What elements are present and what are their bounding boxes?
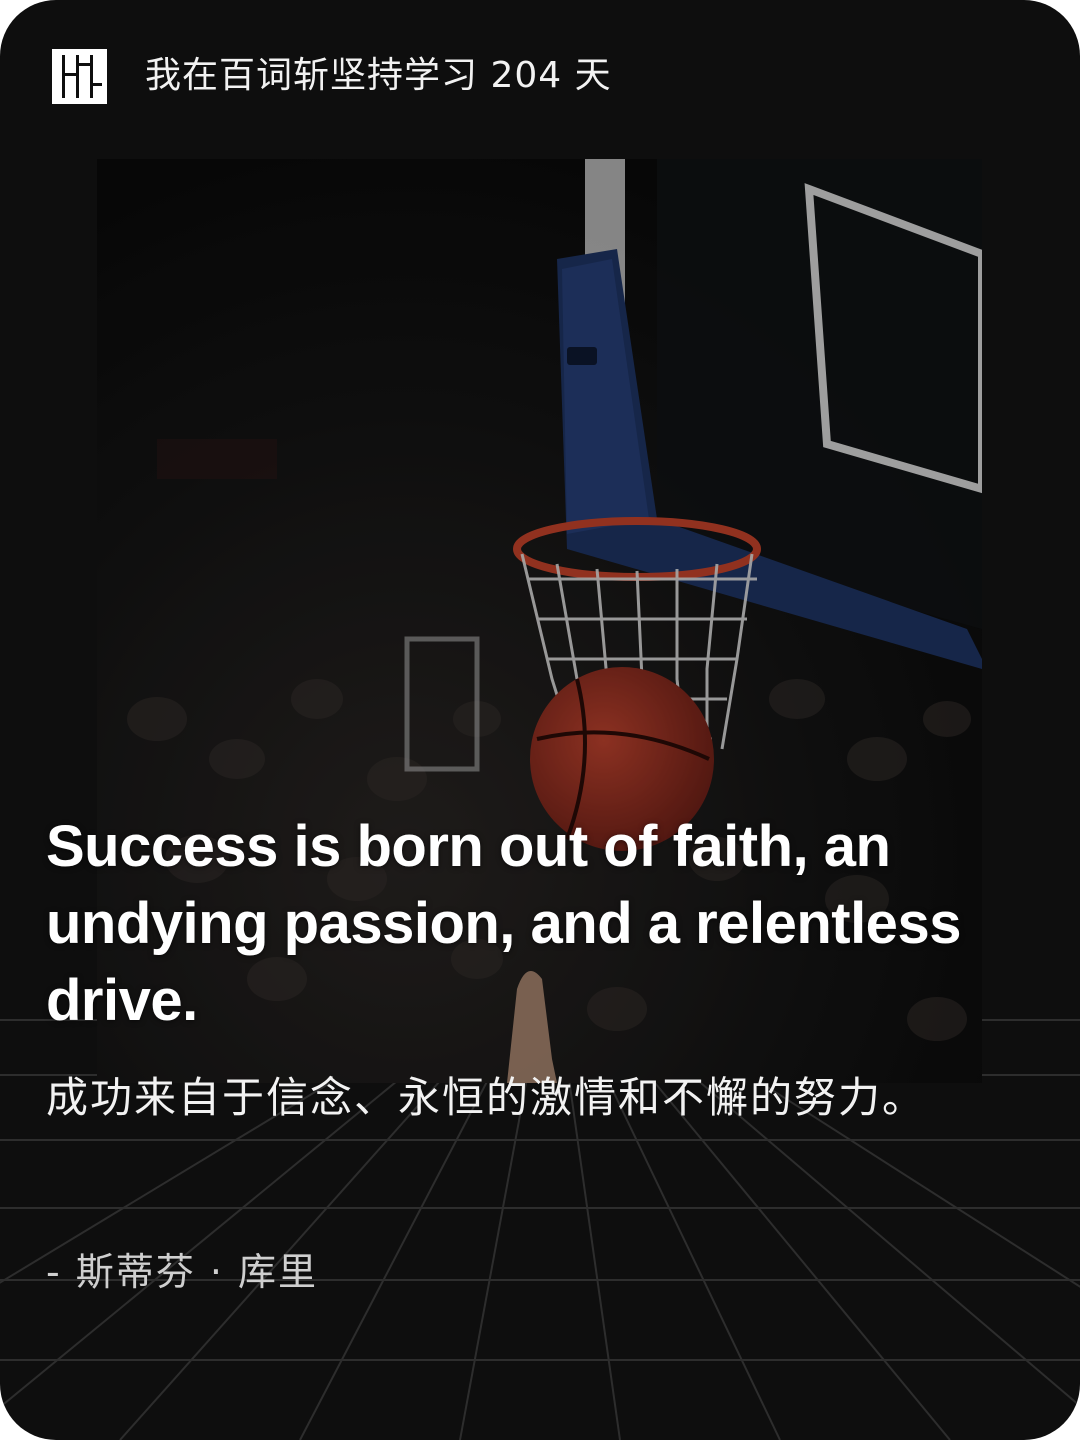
quote-author: - 斯蒂芬 · 库里 bbox=[46, 1250, 319, 1294]
header: 我在百词斩坚持学习 204 天 bbox=[52, 48, 612, 104]
quote-chinese: 成功来自于信念、永恒的激情和不懈的努力。 bbox=[46, 1073, 927, 1122]
streak-title: 我在百词斩坚持学习 204 天 bbox=[145, 55, 612, 96]
quote-english: Success is born out of faith, an undying… bbox=[46, 814, 961, 1033]
baicizhan-logo-icon bbox=[52, 48, 107, 104]
share-card: 我在百词斩坚持学习 204 天 Success is born out of f… bbox=[0, 0, 1080, 1440]
